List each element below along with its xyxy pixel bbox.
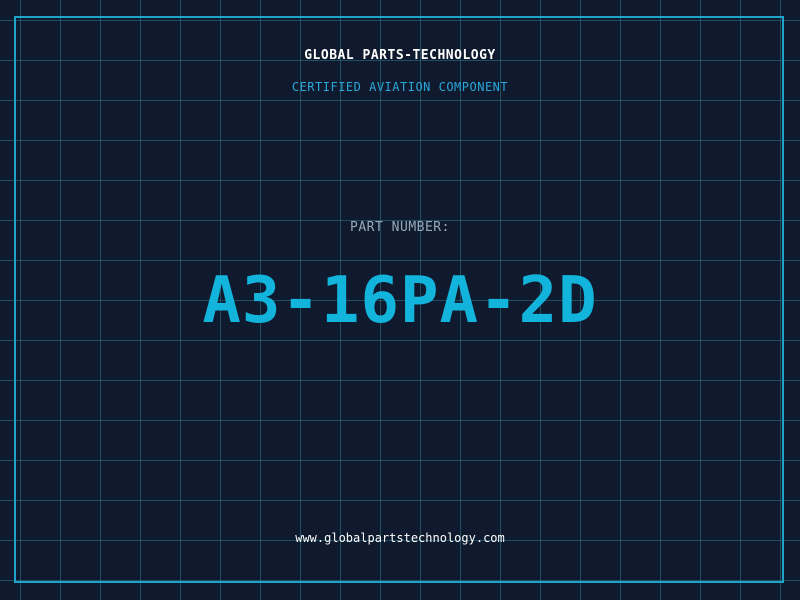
part-number-value: A3-16PA-2D [202,264,598,338]
part-card: GLOBAL PARTS-TECHNOLOGY CERTIFIED AVIATI… [0,0,800,600]
certification-subtitle: CERTIFIED AVIATION COMPONENT [291,80,509,94]
company-name: GLOBAL PARTS-TECHNOLOGY [304,48,496,63]
website-url: www.globalpartstechnology.com [295,531,505,545]
part-number-label: PART NUMBER: [350,220,450,235]
